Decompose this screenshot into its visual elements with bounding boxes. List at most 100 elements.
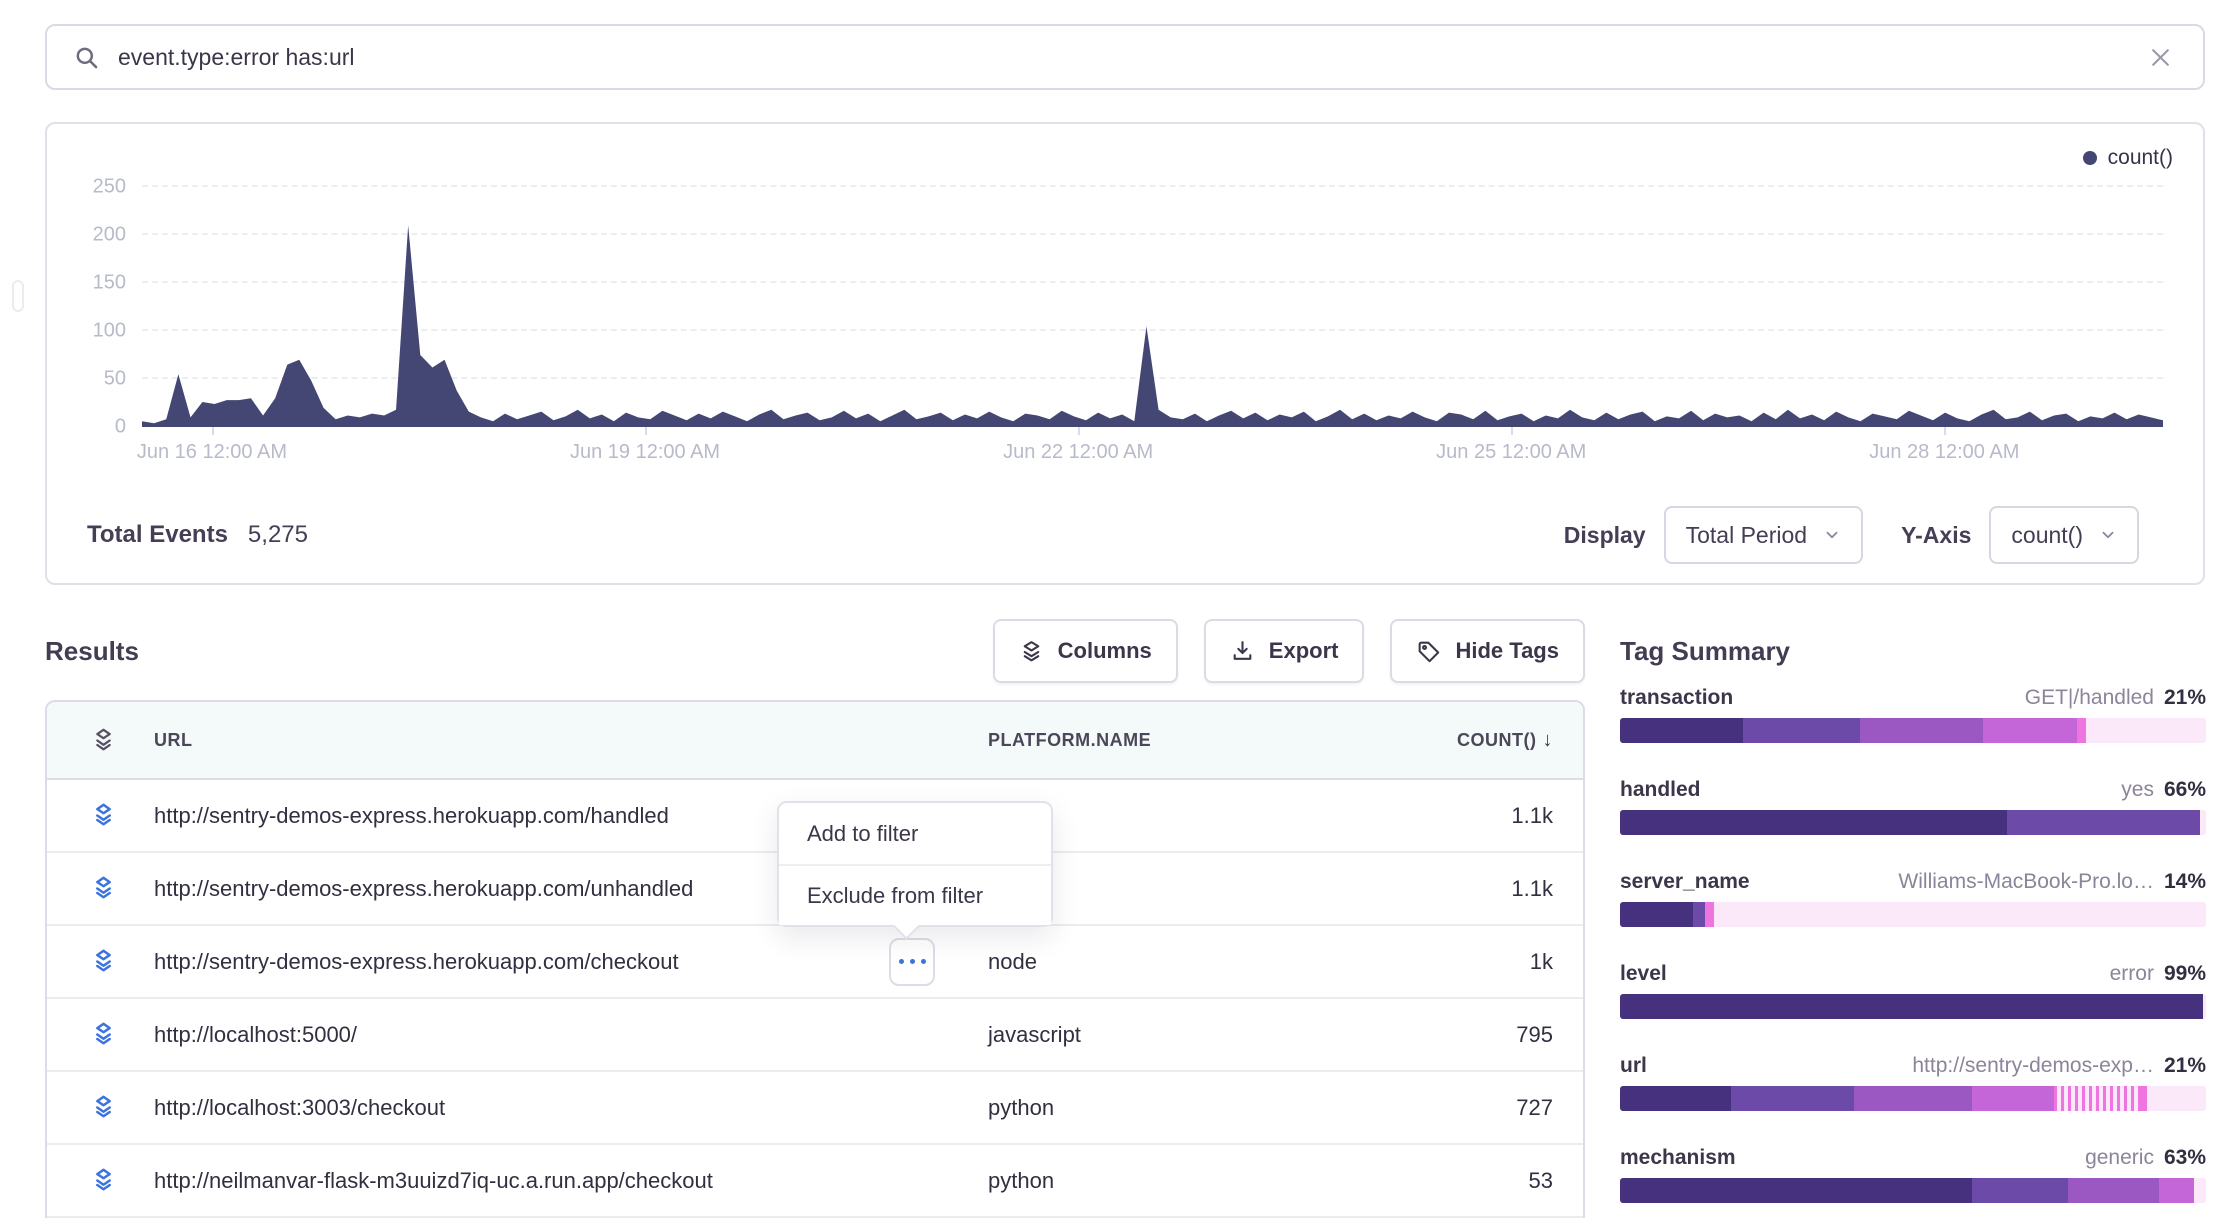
tag-bar-segment [1972,1178,2069,1203]
tag-key: transaction [1620,684,1733,712]
chevron-down-icon [1823,526,1841,544]
cell-actions-button[interactable] [889,938,935,986]
tag-top-value: error [2110,960,2154,988]
panel-collapse-handle[interactable] [12,280,24,312]
tag-top-value: http://sentry-demos-exp… [1912,1052,2154,1080]
chart-footer: Total Events 5,275 Display Total Period … [47,487,2203,583]
tag-bar-segment [2068,1178,2159,1203]
tag-key: level [1620,960,1667,988]
tag-top-percent: 14% [2164,868,2206,896]
tag-summary-panel: Tag Summary transactionGET|/handled21%ha… [1620,618,2206,1224]
y-axis-tick-label: 50 [104,368,126,391]
count-cell[interactable]: 1.1k [1413,803,1553,829]
chevron-down-icon [2099,526,2117,544]
tag-distribution-bar[interactable] [1620,902,2206,927]
platform-cell[interactable]: python [988,1095,1413,1121]
tag-bar-segment [2077,718,2086,743]
x-axis-tickmark [1078,427,1080,435]
tag-summary-item: mechanismgeneric63% [1620,1144,2206,1203]
export-button[interactable]: Export [1204,619,1365,683]
count-cell[interactable]: 1k [1413,949,1553,975]
legend-label: count() [2108,146,2173,170]
tag-distribution-bar[interactable] [1620,1086,2206,1111]
table-row: http://sentry-demos-express.herokuapp.co… [47,926,1583,999]
x-axis-tickmark [1511,427,1513,435]
x-axis-tickmark [1944,427,1946,435]
x-axis-tick-label: Jun 28 12:00 AM [1869,441,2019,464]
sort-desc-icon: ↓ [1543,729,1554,751]
stack-icon [90,1021,117,1048]
table-row: http://localhost:3003/checkoutpython727 [47,1072,1583,1145]
tag-top-percent: 21% [2164,1052,2206,1080]
yaxis-dropdown[interactable]: count() [1989,506,2139,564]
tag-bar-segment [1620,1086,1731,1111]
column-header-url[interactable]: URL [154,730,988,751]
x-axis-tick-label: Jun 22 12:00 AM [1003,441,1153,464]
tag-top-percent: 21% [2164,684,2206,712]
tag-key: server_name [1620,868,1750,896]
search-bar [45,24,2205,90]
clear-search-button[interactable] [2144,41,2177,74]
tag-bar-segment [1731,1086,1854,1111]
platform-cell[interactable]: javascript [988,1022,1413,1048]
tag-top-value: Williams-MacBook-Pro.lo… [1898,868,2154,896]
tag-distribution-bar[interactable] [1620,810,2206,835]
tag-summary-item: transactionGET|/handled21% [1620,684,2206,743]
tag-distribution-bar[interactable] [1620,1178,2206,1203]
url-cell[interactable]: http://localhost:3003/checkout [154,1095,988,1121]
tag-key: url [1620,1052,1647,1080]
count-cell[interactable]: 727 [1413,1095,1553,1121]
tag-key: handled [1620,776,1701,804]
events-chart-panel: count() 050100150200250Jun 16 12:00 AMJu… [45,122,2205,585]
stack-icon [90,1167,117,1194]
stack-icon [90,802,117,829]
total-events-label: Total Events [87,521,228,549]
tag-icon [1416,639,1441,664]
platform-cell[interactable]: python [988,1168,1413,1194]
tag-summary-item: url http://sentry-demos-exp… 21% [1620,1052,2206,1111]
results-section: Results Columns Export [45,618,1585,1218]
tag-bar-segment [2054,1086,2142,1111]
tag-distribution-bar[interactable] [1620,718,2206,743]
menu-item-exclude-from-filter[interactable]: Exclude from filter [779,864,1051,925]
display-dropdown[interactable]: Total Period [1664,506,1863,564]
count-cell[interactable]: 1.1k [1413,876,1553,902]
tag-bar-segment [1743,718,1860,743]
menu-item-add-to-filter[interactable]: Add to filter [779,803,1051,864]
tag-top-value: yes [2121,776,2154,804]
cell-actions-menu: Add to filter Exclude from filter [777,801,1053,927]
count-cell[interactable]: 53 [1413,1168,1553,1194]
tag-top-percent: 99% [2164,960,2206,988]
url-cell[interactable]: http://sentry-demos-express.herokuapp.co… [154,949,988,975]
download-icon [1230,639,1255,664]
tag-bar-segment [2159,1178,2194,1203]
url-cell[interactable]: http://neilmanvar-flask-m3uuizd7iq-uc.a.… [154,1168,988,1194]
columns-button[interactable]: Columns [993,619,1178,683]
y-axis-tick-label: 150 [93,272,126,295]
x-axis-tick-label: Jun 16 12:00 AM [137,441,287,464]
total-events-value: 5,275 [248,521,308,549]
tag-bar-segment [1860,718,1983,743]
x-axis-tickmark [212,427,214,435]
url-cell[interactable]: http://localhost:5000/ [154,1022,988,1048]
column-header-count[interactable]: COUNT()↓ [1413,729,1553,752]
chart-legend[interactable]: count() [2083,146,2173,170]
y-axis-tick-label: 0 [115,416,126,439]
count-cell[interactable]: 795 [1413,1022,1553,1048]
stack-icon [90,1094,117,1121]
tag-top-value: generic [2085,1144,2154,1172]
tag-distribution-bar[interactable] [1620,994,2206,1019]
yaxis-label: Y-Axis [1901,522,1971,549]
search-input[interactable] [118,44,2144,71]
hide-tags-button[interactable]: Hide Tags [1390,619,1585,683]
platform-cell[interactable]: node [988,949,1413,975]
y-axis-tick-label: 100 [93,320,126,343]
hide-tags-button-label: Hide Tags [1455,638,1559,664]
legend-dot [2083,151,2097,165]
table-row: http://localhost:5000/javascript795 [47,999,1583,1072]
results-table: URL PLATFORM.NAME COUNT()↓ http://sentry… [45,700,1585,1218]
tag-bar-segment [1854,1086,1971,1111]
column-header-platform[interactable]: PLATFORM.NAME [988,730,1413,751]
stack-icon [90,948,117,975]
tag-bar-segment [1620,718,1743,743]
